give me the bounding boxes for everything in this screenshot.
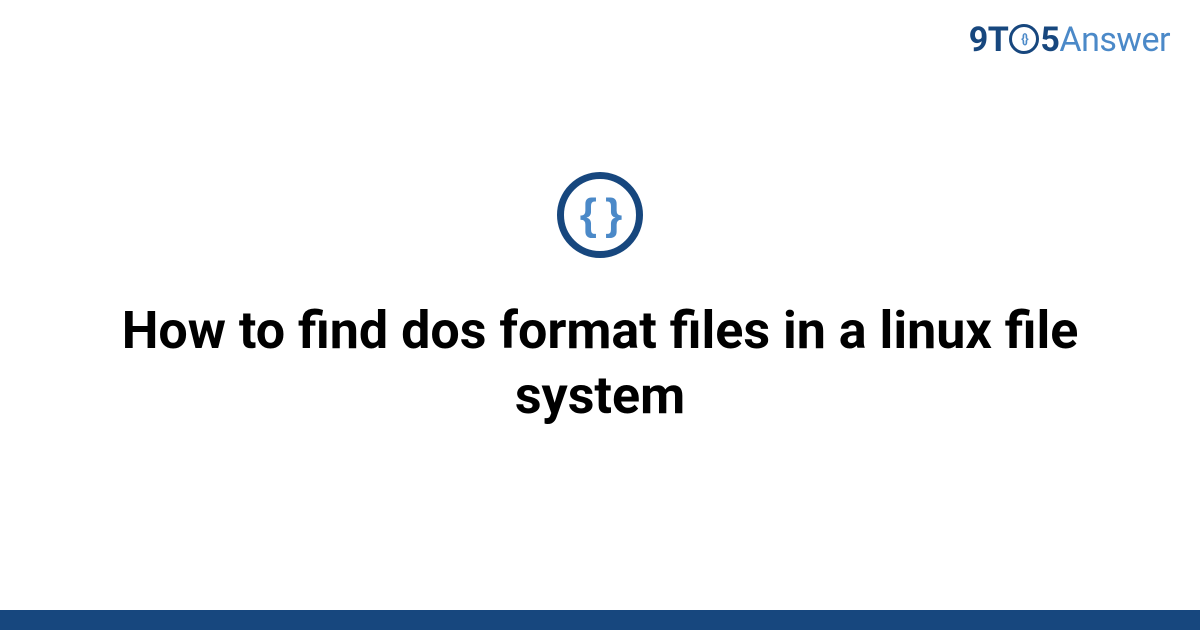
- page-title: How to find dos format files in a linux …: [100, 298, 1100, 428]
- braces-icon: { }: [580, 193, 620, 237]
- category-icon: { }: [557, 172, 643, 258]
- main-content: { } How to find dos format files in a li…: [0, 0, 1200, 630]
- footer-bar: [0, 610, 1200, 630]
